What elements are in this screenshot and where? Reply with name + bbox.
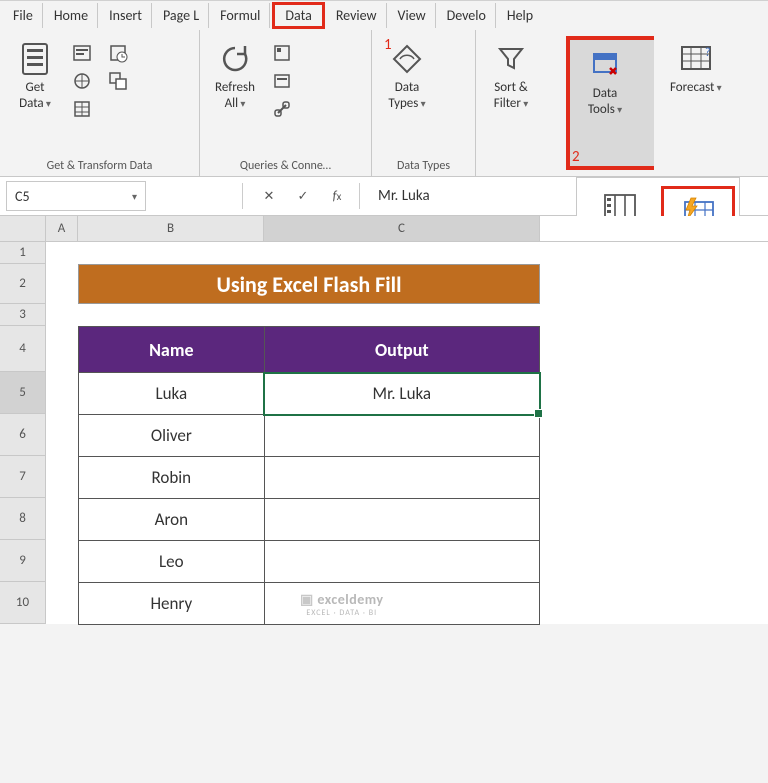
row-header[interactable]: 3 (0, 304, 46, 326)
row-header[interactable]: 7 (0, 456, 46, 498)
queries-icon[interactable] (270, 42, 294, 64)
sort-filter-button[interactable]: Sort & Filter (484, 36, 538, 117)
cell-name[interactable]: Luka (79, 373, 265, 415)
sort-filter-label: Sort & Filter (494, 80, 528, 113)
cell-output[interactable] (264, 583, 539, 625)
group-label-sort-filter (478, 157, 562, 176)
callout-1: 1 (384, 36, 392, 54)
get-data-label: Get Data (19, 80, 51, 113)
data-types-label: Data Types (388, 80, 425, 113)
row-header[interactable]: 4 (0, 326, 46, 372)
formula-input[interactable]: Mr. Luka (370, 183, 530, 209)
group-queries: Refresh All Queries & Conne… (200, 30, 372, 176)
row-header[interactable]: 6 (0, 414, 46, 456)
cell-name[interactable]: Robin (79, 457, 265, 499)
cell-name[interactable]: Oliver (79, 415, 265, 457)
fx-icon[interactable]: fx (325, 184, 349, 208)
data-types-icon (390, 40, 424, 78)
tab-review[interactable]: Review (327, 3, 387, 28)
tab-data[interactable]: Data (272, 2, 324, 29)
cell-output[interactable] (264, 415, 539, 457)
recent-sources-icon[interactable] (106, 42, 130, 64)
existing-connections-icon[interactable] (106, 70, 130, 92)
group-label-data-types: Data Types (374, 157, 473, 176)
column-headers: A B C (0, 216, 768, 242)
col-header-a[interactable]: A (46, 216, 78, 241)
cancel-formula-icon[interactable]: ✕ (257, 184, 281, 208)
col-header-b[interactable]: B (78, 216, 264, 241)
from-table-icon[interactable] (70, 98, 94, 120)
tab-developer[interactable]: Develo (438, 3, 496, 28)
row-header[interactable]: 10 (0, 582, 46, 624)
queries-small-icons (266, 36, 298, 126)
separator (359, 183, 360, 209)
select-all-corner[interactable] (0, 216, 46, 241)
forecast-icon: ? (679, 40, 713, 78)
cell-name[interactable]: Aron (79, 499, 265, 541)
refresh-all-label: Refresh All (215, 80, 255, 113)
forecast-button[interactable]: ? Forecast (664, 36, 728, 100)
refresh-all-button[interactable]: Refresh All (208, 36, 262, 117)
from-web-icon[interactable] (70, 70, 94, 92)
data-tools-icon (590, 46, 620, 84)
edit-links-icon[interactable] (270, 98, 294, 120)
callout-2: 2 (572, 148, 580, 166)
name-box[interactable]: C5 ▾ (6, 181, 146, 211)
separator (242, 183, 243, 209)
group-sort-filter: Sort & Filter (476, 30, 564, 176)
get-data-small-icons-2 (102, 36, 134, 98)
group-label-forecast (658, 157, 754, 176)
sheet-title: Using Excel Flash Fill (78, 264, 540, 304)
col-header-c[interactable]: C (264, 216, 540, 241)
group-forecast: ? Forecast (656, 30, 756, 176)
cell-output[interactable] (264, 541, 539, 583)
header-output[interactable]: Output (264, 327, 539, 373)
data-tools-label: Data Tools (588, 86, 622, 119)
forecast-label: Forecast (670, 80, 722, 96)
group-get-transform: Get Data Get & Transform Data (0, 30, 200, 176)
name-box-value: C5 (15, 188, 30, 205)
from-text-icon[interactable] (70, 42, 94, 64)
tab-page-layout[interactable]: Page L (154, 3, 209, 28)
get-data-button[interactable]: Get Data (8, 36, 62, 117)
svg-text:?: ? (705, 46, 711, 60)
tab-insert[interactable]: Insert (100, 3, 152, 28)
data-tools-button[interactable]: Data Tools (578, 42, 632, 123)
group-label-get-transform: Get & Transform Data (2, 157, 197, 176)
header-name[interactable]: Name (79, 327, 265, 373)
tab-file[interactable]: File (4, 3, 43, 28)
ribbon: Get Data Get & Transform Data Refresh Al… (0, 30, 768, 177)
tab-view[interactable]: View (389, 3, 436, 28)
cell-name[interactable]: Leo (79, 541, 265, 583)
worksheet-grid: A B C 1 2 3 4 5 6 7 8 9 10 Using Excel F… (0, 216, 768, 624)
cell-output[interactable] (264, 457, 539, 499)
group-label-queries: Queries & Conne… (202, 157, 369, 176)
row-header[interactable]: 9 (0, 540, 46, 582)
properties-icon[interactable] (270, 70, 294, 92)
cell-output-selected[interactable]: Mr. Luka (264, 373, 539, 415)
cell-output[interactable] (264, 499, 539, 541)
database-icon (20, 40, 50, 78)
refresh-icon (218, 40, 252, 78)
row-header[interactable]: 2 (0, 264, 46, 304)
ribbon-tabs: File Home Insert Page L Formul Data Revi… (0, 0, 768, 30)
funnel-icon (496, 40, 526, 78)
row-header[interactable]: 8 (0, 498, 46, 540)
row-header[interactable]: 1 (0, 242, 46, 264)
row-header[interactable]: 5 (0, 372, 46, 414)
chevron-down-icon[interactable]: ▾ (132, 190, 137, 203)
get-data-small-icons (66, 36, 98, 126)
data-table: Name Output Luka Mr. Luka Oliver Robin A… (78, 326, 540, 625)
cell-name[interactable]: Henry (79, 583, 265, 625)
tab-formulas[interactable]: Formul (211, 3, 270, 28)
tab-home[interactable]: Home (45, 3, 98, 28)
tab-help[interactable]: Help (498, 3, 542, 28)
enter-formula-icon[interactable]: ✓ (291, 184, 315, 208)
